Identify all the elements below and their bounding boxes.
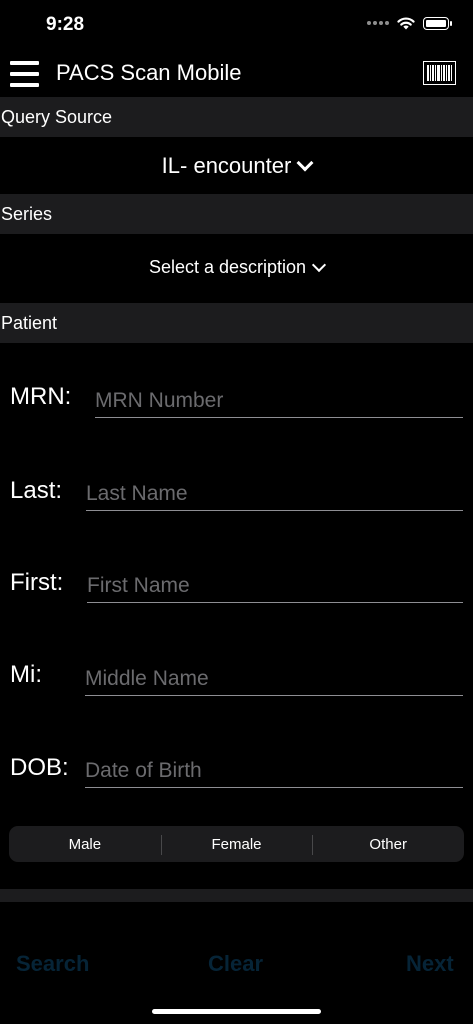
wifi-icon bbox=[397, 17, 415, 30]
middle-name-label: Mi: bbox=[10, 661, 42, 688]
status-time: 9:28 bbox=[46, 14, 85, 35]
query-source-header: Query Source bbox=[0, 97, 473, 137]
patient-header: Patient bbox=[0, 303, 473, 343]
status-icons bbox=[367, 16, 452, 30]
cellular-signal-icon bbox=[367, 21, 389, 25]
battery-icon bbox=[423, 16, 452, 30]
middle-name-input[interactable] bbox=[85, 662, 463, 696]
app-title: PACS Scan Mobile bbox=[56, 60, 242, 85]
query-source-label: Query Source bbox=[1, 106, 113, 127]
mrn-input[interactable] bbox=[95, 384, 463, 418]
dob-input[interactable] bbox=[85, 754, 463, 788]
series-value: Select a description bbox=[148, 256, 307, 277]
dob-label: DOB: bbox=[10, 754, 69, 781]
clear-button[interactable]: Clear bbox=[208, 951, 263, 977]
chevron-down-icon bbox=[296, 154, 314, 172]
first-name-input[interactable] bbox=[87, 569, 463, 603]
query-source-dropdown[interactable]: IL- encounter bbox=[0, 151, 473, 181]
query-source-value: IL- encounter bbox=[161, 153, 292, 178]
chevron-down-icon bbox=[311, 257, 327, 272]
patient-label: Patient bbox=[1, 312, 58, 333]
gender-other-segment[interactable]: Other bbox=[312, 834, 464, 855]
search-button[interactable]: Search bbox=[16, 951, 89, 977]
series-dropdown[interactable]: Select a description bbox=[0, 254, 473, 280]
gender-female-segment[interactable]: Female bbox=[160, 834, 313, 855]
last-name-input[interactable] bbox=[86, 477, 463, 511]
gender-segmented-control: Male Female Other bbox=[9, 826, 464, 862]
series-header: Series bbox=[0, 194, 473, 234]
first-name-label: First: bbox=[10, 569, 64, 596]
hamburger-menu-icon[interactable] bbox=[10, 61, 39, 87]
gender-male-segment[interactable]: Male bbox=[9, 836, 161, 853]
home-indicator bbox=[152, 1009, 321, 1014]
next-button[interactable]: Next bbox=[406, 951, 454, 977]
last-name-label: Last: bbox=[10, 477, 63, 504]
mrn-label: MRN: bbox=[10, 383, 72, 410]
barcode-scan-icon[interactable] bbox=[423, 61, 456, 85]
series-label: Series bbox=[1, 203, 53, 224]
